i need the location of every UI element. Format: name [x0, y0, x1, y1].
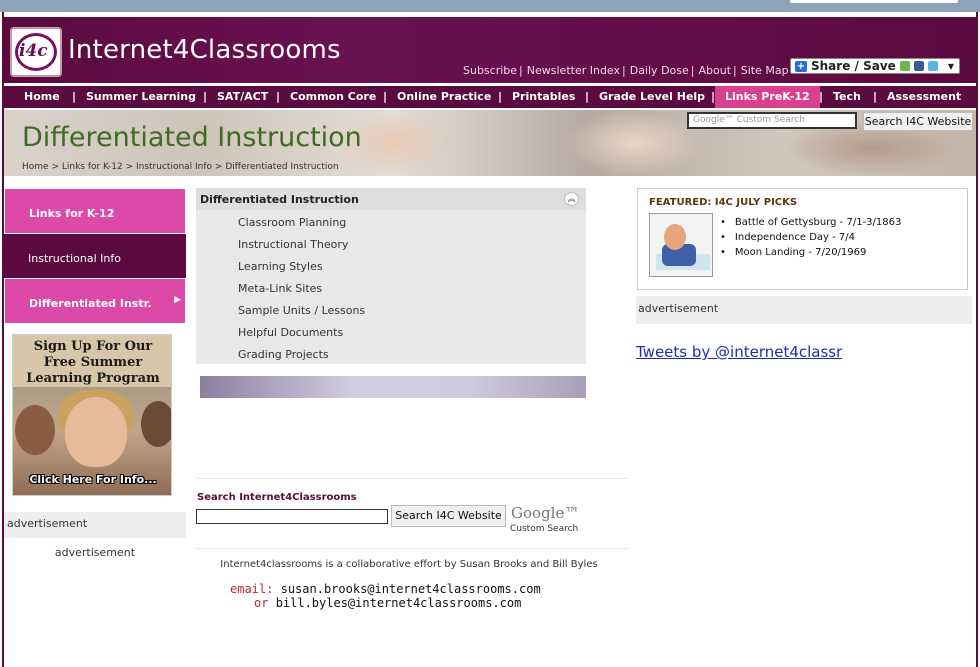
nav-summer-learning[interactable]: Summer Learning [86, 86, 196, 108]
google-custom-search-caption: Custom Search [510, 524, 579, 534]
featured-item[interactable]: Moon Landing - 7/20/1969 [722, 245, 901, 260]
logo-text: i4c [19, 41, 48, 61]
nav-common-core[interactable]: Common Core [290, 86, 376, 108]
sidebar-item-label: Links for K-12 [29, 207, 115, 220]
nav-assessment[interactable]: Assessment [887, 86, 961, 108]
page-title: Differentiated Instruction [22, 122, 362, 153]
twitter-icon [927, 61, 938, 71]
tweets-link[interactable]: Tweets by @internet4classr [636, 343, 842, 361]
or-label: or [254, 596, 269, 610]
menu-link-instructional-theory[interactable]: Instructional Theory [238, 238, 348, 251]
page-banner: Differentiated Instruction Home > Links … [4, 110, 976, 176]
featured-item[interactable]: Battle of Gettysburg - 7/1-3/1863 [722, 215, 901, 230]
summer-learning-promo[interactable]: Sign Up For Our Free Summer Learning Pro… [12, 334, 172, 496]
breadcrumb-instructional-info[interactable]: Instructional Info [136, 162, 212, 172]
promo-headline: Sign Up For Our Free Summer Learning Pro… [26, 339, 160, 386]
sidebar-item-label: Instructional Info [28, 252, 121, 265]
header-link-about[interactable]: About [698, 64, 731, 77]
header-link-newsletter-index[interactable]: Newsletter Index [527, 64, 620, 77]
chevron-right-icon: ▶ [174, 295, 181, 305]
site-header: i4c Internet4Classrooms Subscribe | Newsl… [4, 17, 976, 83]
email-label: email: [230, 582, 274, 596]
advertisement-label: advertisement [4, 512, 186, 538]
nav-printables[interactable]: Printables [512, 86, 575, 108]
sidebar-item-links-k12[interactable]: Links for K-12 [4, 188, 186, 234]
top-search-input[interactable]: Google™ Custom Search [687, 112, 857, 129]
site-search-label: Search Internet4Classrooms [197, 492, 357, 503]
google-logo: Google™ [511, 504, 580, 522]
sidebar-item-differentiated-instr[interactable]: Differentiated Instr. ▶ [4, 278, 186, 324]
sidebar-item-instructional-info[interactable]: Instructional Info [4, 234, 186, 278]
chevron-down-icon: ▼ [947, 61, 954, 71]
email-line-2: or bill.byles@internet4classrooms.com [254, 596, 521, 610]
top-search-button[interactable]: Search I4C Website [863, 112, 973, 131]
nav-links-prek-12[interactable]: Links PreK-12 [715, 86, 820, 108]
browser-topbar [0, 0, 980, 12]
menu-link-meta-link-sites[interactable]: Meta-Link Sites [238, 282, 322, 295]
advertisement-label: advertisement [636, 296, 972, 324]
share-save-button[interactable]: + Share / Save ▼ [790, 58, 960, 74]
topbar-input[interactable] [790, 0, 958, 3]
featured-picks: FEATURED: I4C JULY PICKS Battle of Getty… [637, 188, 968, 290]
site-search-input[interactable] [196, 509, 388, 524]
plus-icon: + [795, 60, 807, 72]
sidebar-item-label: Differentiated Instr. [29, 297, 152, 310]
breadcrumb-current: Differentiated Instruction [225, 162, 339, 172]
email-share-icon [899, 61, 910, 71]
divider [196, 478, 628, 479]
menu-link-sample-units[interactable]: Sample Units / Lessons [238, 304, 365, 317]
site-title[interactable]: Internet4Classrooms [68, 35, 341, 65]
site-logo[interactable]: i4c [10, 27, 62, 77]
topic-menu-title: Differentiated Instruction [196, 188, 586, 210]
advertisement-label: advertisement [54, 546, 136, 559]
featured-list: Battle of Gettysburg - 7/1-3/1863 Indepe… [722, 215, 901, 260]
email-link-susan[interactable]: susan.brooks@internet4classrooms.com [281, 582, 541, 596]
featured-title: FEATURED: I4C JULY PICKS [649, 197, 798, 208]
breadcrumb-links-k12[interactable]: Links for K-12 [62, 162, 123, 172]
menu-link-helpful-documents[interactable]: Helpful Documents [238, 326, 343, 339]
share-save-label: Share / Save [811, 59, 896, 73]
header-links: Subscribe | Newsletter Index | Daily Dose |… [463, 64, 789, 77]
collapse-icon[interactable]: ︽ [564, 192, 579, 206]
menu-link-grading-projects[interactable]: Grading Projects [238, 348, 329, 361]
main-nav: Home | Summer Learning | SAT/ACT | Commo… [4, 86, 976, 108]
divider [196, 548, 628, 549]
decorative-bar [200, 376, 586, 398]
header-link-daily-dose[interactable]: Daily Dose [630, 64, 689, 77]
menu-link-classroom-planning[interactable]: Classroom Planning [238, 216, 346, 229]
collaboration-note: Internet4classrooms is a collaborative e… [220, 559, 598, 570]
nav-sat-act[interactable]: SAT/ACT [217, 86, 268, 108]
facebook-icon [913, 61, 924, 71]
nav-tech[interactable]: Tech [833, 86, 861, 108]
breadcrumb-home[interactable]: Home [22, 162, 49, 172]
email-link-bill[interactable]: bill.byles@internet4classrooms.com [276, 596, 522, 610]
nav-online-practice[interactable]: Online Practice [397, 86, 491, 108]
header-link-subscribe[interactable]: Subscribe [463, 64, 517, 77]
topic-menu: Differentiated Instruction ︽ Classroom P… [196, 188, 586, 364]
menu-link-learning-styles[interactable]: Learning Styles [238, 260, 323, 273]
breadcrumb: Home > Links for K-12 > Instructional In… [22, 162, 339, 172]
site-search-button[interactable]: Search I4C Website [391, 505, 506, 527]
featured-item[interactable]: Independence Day - 7/4 [722, 230, 901, 245]
email-line-1: email: susan.brooks@internet4classrooms.… [230, 582, 541, 596]
nav-home[interactable]: Home [24, 86, 60, 108]
nav-grade-level-help[interactable]: Grade Level Help [599, 86, 705, 108]
featured-image[interactable] [649, 213, 713, 277]
header-link-site-map[interactable]: Site Map [741, 64, 789, 77]
promo-cta: Click Here For Info... [29, 473, 157, 486]
